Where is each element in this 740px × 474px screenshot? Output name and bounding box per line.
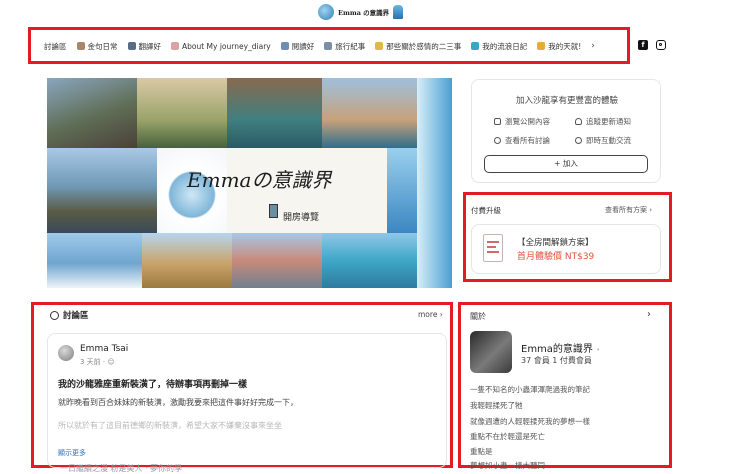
post-body-faded: 所以就於有了這目前德鄉的新裝潢，希望大家不嫌棄沒事來坐坐 bbox=[58, 421, 282, 430]
join-title: 加入沙龍享有更豐富的體驗 bbox=[515, 96, 618, 106]
post-author[interactable]: Emma Tsai bbox=[80, 344, 128, 354]
nav-item-label: 翻譯好 bbox=[138, 41, 162, 51]
site-logo[interactable]: Emma の意識界 bbox=[318, 4, 404, 20]
join-feature: 查看所有討論 bbox=[494, 135, 550, 146]
banner-photo-town bbox=[137, 78, 227, 148]
nav-item-relationships[interactable]: 那些關於感情的二三事 bbox=[375, 41, 461, 52]
instagram-lens-icon bbox=[659, 43, 662, 46]
salon-name: Emma的意識界 • bbox=[521, 340, 600, 355]
bell-icon bbox=[575, 118, 582, 125]
nav-item-label: 討論區 bbox=[44, 41, 67, 51]
square-icon bbox=[471, 42, 480, 50]
banner-photo-coast bbox=[322, 78, 417, 148]
join-feature: 即時互動交流 bbox=[575, 135, 631, 146]
book-icon bbox=[269, 204, 278, 218]
about-line: 重點不在於輕還是死亡 bbox=[470, 432, 545, 441]
post-body: 就昨晚看到百合妹妹的新裝潢，激勵我要來把這件事好好完成一下， bbox=[58, 398, 298, 407]
banner-photo-harbor bbox=[47, 148, 157, 233]
logo-text: Emma の意識界 bbox=[338, 9, 390, 17]
banner-photo-cave bbox=[227, 78, 322, 148]
folder-icon bbox=[375, 42, 384, 50]
plan-price: 首月體驗價 NT$39 bbox=[517, 252, 595, 262]
banner-tour-label[interactable]: 開房導覽 bbox=[283, 210, 319, 223]
join-feature-label: 即時互動交流 bbox=[586, 136, 631, 145]
post-title[interactable]: 我的沙龍雅座重新裝潢了，待辦事項再刪掉一樣 bbox=[58, 377, 247, 390]
hammer-icon bbox=[76, 42, 85, 50]
join-feature: 瀏覽公開內容 bbox=[494, 116, 550, 127]
banner-title: Emmaの意識界 bbox=[187, 168, 332, 192]
banner-photo-rocks bbox=[47, 78, 137, 148]
nav-item-label: 旅行紀事 bbox=[335, 41, 366, 51]
join-feature-label: 查看所有討論 bbox=[505, 136, 550, 145]
nav-more-chevron-icon[interactable]: › bbox=[591, 41, 595, 51]
nav-item-label: 我的天就! bbox=[548, 41, 582, 51]
banner-photo-road bbox=[142, 233, 232, 288]
book-open-icon bbox=[494, 118, 501, 125]
nav-item-discussion[interactable]: 討論區 bbox=[44, 41, 67, 52]
clock-icon bbox=[575, 137, 582, 144]
banner-photo-houses bbox=[232, 233, 322, 288]
discussion-header: 討論區 bbox=[50, 309, 89, 321]
nav-item-label: About My journey_diary bbox=[182, 41, 271, 51]
about-line: 重點是 bbox=[470, 447, 493, 456]
nav-item-reading[interactable]: 閱讀好 bbox=[280, 41, 315, 52]
banner-photo-bay bbox=[322, 233, 417, 288]
about-line: 我輕輕揉死了牠 bbox=[470, 401, 523, 410]
view-all-plans-link[interactable]: 查看所有方案 › bbox=[605, 205, 652, 215]
plane-icon bbox=[324, 42, 333, 50]
chat-icon bbox=[494, 137, 501, 144]
banner-photo-sky bbox=[417, 78, 452, 288]
chevron-right-icon[interactable]: › bbox=[647, 309, 651, 320]
about-line: 一隻不知名的小蟲渾渾爬過我的筆記 bbox=[470, 385, 590, 394]
discussion-title: 討論區 bbox=[63, 311, 89, 321]
document-icon bbox=[483, 234, 503, 262]
nav-item-travel[interactable]: 旅行紀事 bbox=[324, 41, 365, 52]
join-feature-label: 瀏覽公開內容 bbox=[505, 117, 550, 126]
join-card: 加入沙龍享有更豐富的體驗 瀏覽公開內容 追蹤更新通知 查看所有討論 即時互動交流… bbox=[471, 79, 661, 183]
nav-item-wandering-diary[interactable]: 我的流浪日記 bbox=[471, 41, 527, 52]
salon-name-text: Emma的意識界 bbox=[521, 344, 593, 355]
banner-photo-wing bbox=[47, 233, 142, 288]
paid-title: 付費升級 bbox=[471, 206, 501, 215]
nav-item-quotes[interactable]: 金句日常 bbox=[76, 41, 118, 52]
salon-avatar bbox=[470, 331, 512, 373]
nav-item-label: 金句日常 bbox=[87, 41, 118, 51]
avatar[interactable] bbox=[58, 345, 74, 361]
about-title: 關於 bbox=[470, 312, 486, 321]
discussion-icon bbox=[50, 310, 59, 320]
banner-dancer bbox=[387, 148, 417, 233]
facebook-icon[interactable]: f bbox=[638, 40, 648, 50]
join-feature: 追蹤更新通知 bbox=[575, 116, 631, 127]
member-count: 37 會員 1 付費會員 bbox=[521, 356, 592, 365]
nav-item-my-sky[interactable]: 我的天就! bbox=[537, 41, 581, 52]
nav-item-journey[interactable]: About My journey_diary bbox=[171, 42, 271, 51]
show-more-link[interactable]: 顯示更多 bbox=[58, 448, 86, 458]
about-line: 就像週遭的人輕輕揉死我的夢想一樣 bbox=[470, 417, 590, 426]
join-button[interactable]: + 加入 bbox=[484, 155, 648, 173]
discussion-more-link[interactable]: more › bbox=[418, 310, 443, 319]
join-feature-label: 追蹤更新通知 bbox=[586, 117, 631, 126]
nav-item-translation[interactable]: 翻譯好 bbox=[127, 41, 162, 52]
book-icon bbox=[280, 42, 289, 50]
dancer-icon bbox=[393, 5, 404, 19]
film-icon bbox=[127, 42, 136, 50]
post-time: 3 天前 · ☺ bbox=[80, 358, 115, 366]
nav-item-label: 我的流浪日記 bbox=[482, 41, 528, 51]
nav-item-label: 閱讀好 bbox=[291, 41, 315, 51]
warning-icon bbox=[537, 42, 546, 50]
about-line: 夢想如小蟲一樣大聽同 bbox=[470, 461, 545, 470]
plan-name: 【全房間解鎖方案】 bbox=[517, 238, 594, 248]
instagram-icon[interactable] bbox=[656, 40, 666, 50]
nav-item-label: 那些關於感情的二三事 bbox=[386, 41, 462, 51]
category-nav: 討論區 金句日常 翻譯好 About My journey_diary 閱讀好 … bbox=[44, 38, 595, 54]
logo-badge-icon bbox=[318, 4, 334, 20]
next-post-preview: 一日繼續之漫 粉是美人 · 夢你的學 bbox=[60, 464, 183, 473]
notepad-icon bbox=[171, 42, 179, 50]
verified-dot-icon: • bbox=[596, 346, 601, 354]
